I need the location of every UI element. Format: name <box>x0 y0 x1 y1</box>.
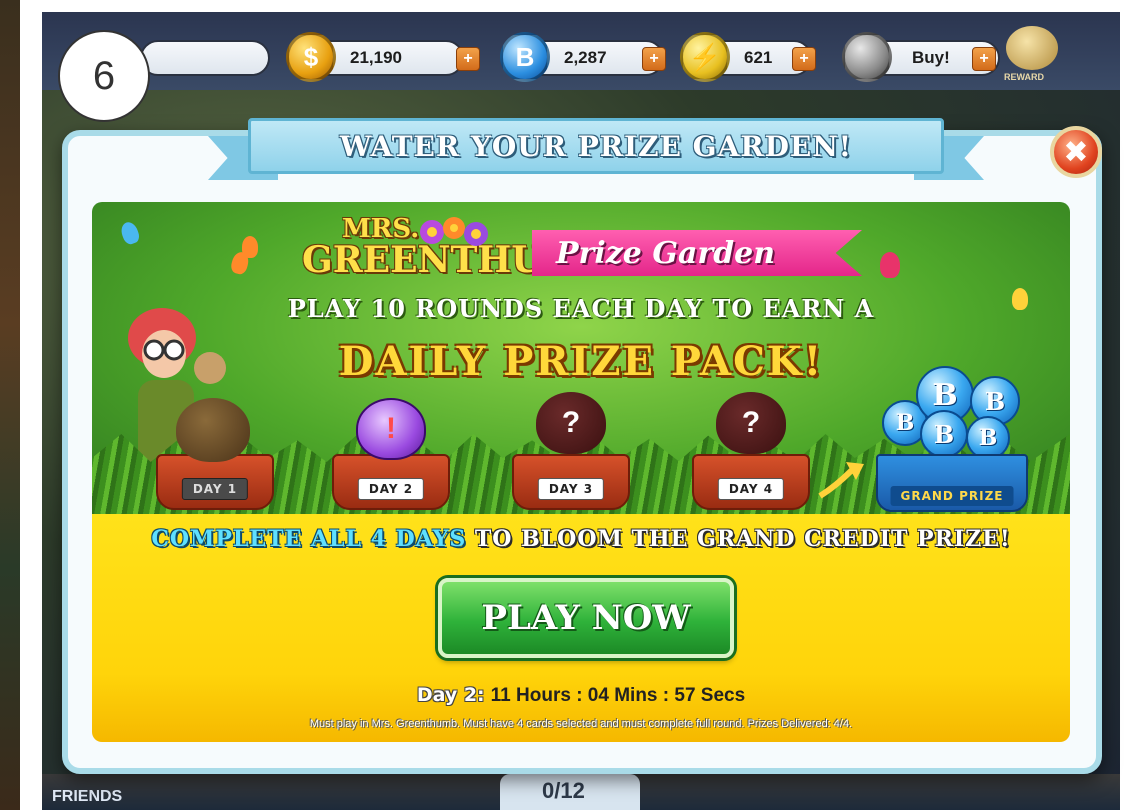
butterfly-icon <box>242 236 258 258</box>
day3-label: DAY 3 <box>537 478 605 500</box>
arrow-to-grand-prize-icon <box>818 462 864 499</box>
prize-garden-banner: Prize Garden <box>532 230 862 276</box>
play-now-label: PLAY NOW <box>481 598 691 638</box>
day2-energy-prize-icon: ! <box>356 398 426 460</box>
complete-all-days-text: COMPLETE ALL 4 DAYS TO BLOOM THE GRAND C… <box>92 526 1070 552</box>
day3-mystery-icon: ? <box>536 392 606 454</box>
butterfly-icon <box>880 252 900 278</box>
buy-powerup-button[interactable]: + <box>972 47 996 71</box>
day1-label: DAY 1 <box>181 478 249 500</box>
garden-scene: MRS. GREENTHUMB Prize Garden PLAY 10 ROU… <box>92 202 1070 514</box>
level-bar <box>140 40 270 76</box>
day2-pot: DAY 2 <box>332 454 450 510</box>
energy-bolt-icon: ⚡ <box>680 32 730 82</box>
complete-part2: TO BLOOM THE GRAND CREDIT PRIZE! <box>474 526 1011 552</box>
info-panel: COMPLETE ALL 4 DAYS TO BLOOM THE GRAND C… <box>92 514 1070 742</box>
top-resource-bar: 21,190 $ + 2,287 B + 621 ⚡ + Buy! + REWA… <box>42 12 1120 90</box>
grand-prize-label: GRAND PRIZE <box>890 486 1014 506</box>
day3-pot: DAY 3 <box>512 454 630 510</box>
background-side-strip <box>0 0 20 810</box>
bingo-bucks-icon: B <box>500 32 550 82</box>
buy-energy-button[interactable]: + <box>792 47 816 71</box>
reward-horseshoe-icon[interactable] <box>1006 26 1058 70</box>
day4-mystery-icon: ? <box>716 392 786 454</box>
flower-cluster-icon <box>420 217 488 246</box>
close-icon: ✖ <box>1063 134 1089 170</box>
bingo-ball-icon: B <box>920 410 968 458</box>
day1-pot: DAY 1 <box>156 454 274 510</box>
close-button[interactable]: ✖ <box>1050 126 1102 178</box>
background-search-pill: 0/12 <box>500 774 640 810</box>
dialog-title-ribbon: WATER YOUR PRIZE GARDEN! <box>208 118 984 186</box>
ribbon-band: WATER YOUR PRIZE GARDEN! <box>248 118 944 174</box>
dialog-title: WATER YOUR PRIZE GARDEN! <box>339 129 853 163</box>
step-number-badge: 6 <box>58 30 150 122</box>
prize-garden-banner-text: Prize Garden <box>556 235 776 271</box>
friends-tab-label[interactable]: FRIENDS <box>52 788 122 806</box>
reward-label: REWARD <box>1004 72 1044 82</box>
coin-icon: $ <box>286 32 336 82</box>
grand-prize-bingo-balls: B B B B B <box>882 366 1032 466</box>
stopwatch-icon <box>842 32 892 82</box>
day4-pot: DAY 4 <box>692 454 810 510</box>
timer-day-label: Day 2: <box>416 684 485 706</box>
day1-sprout-icon <box>176 398 250 462</box>
day4-label: DAY 4 <box>717 478 785 500</box>
background-search-text: 0/12 <box>542 778 585 803</box>
complete-part1: COMPLETE ALL 4 DAYS <box>151 526 467 552</box>
butterfly-icon <box>118 219 142 247</box>
countdown-timer: Day 2: 11 Hours : 04 Mins : 57 Secs <box>92 684 1070 707</box>
day2-label: DAY 2 <box>357 478 425 500</box>
buy-coins-button[interactable]: + <box>456 47 480 71</box>
buy-bucks-button[interactable]: + <box>642 47 666 71</box>
terms-fineprint: Must play in Mrs. Greenthumb. Must have … <box>309 718 853 730</box>
play-now-button[interactable]: PLAY NOW <box>438 578 734 658</box>
grand-prize-pot: GRAND PRIZE <box>876 454 1028 512</box>
timer-value: 11 Hours : 04 Mins : 57 Secs <box>490 685 746 706</box>
